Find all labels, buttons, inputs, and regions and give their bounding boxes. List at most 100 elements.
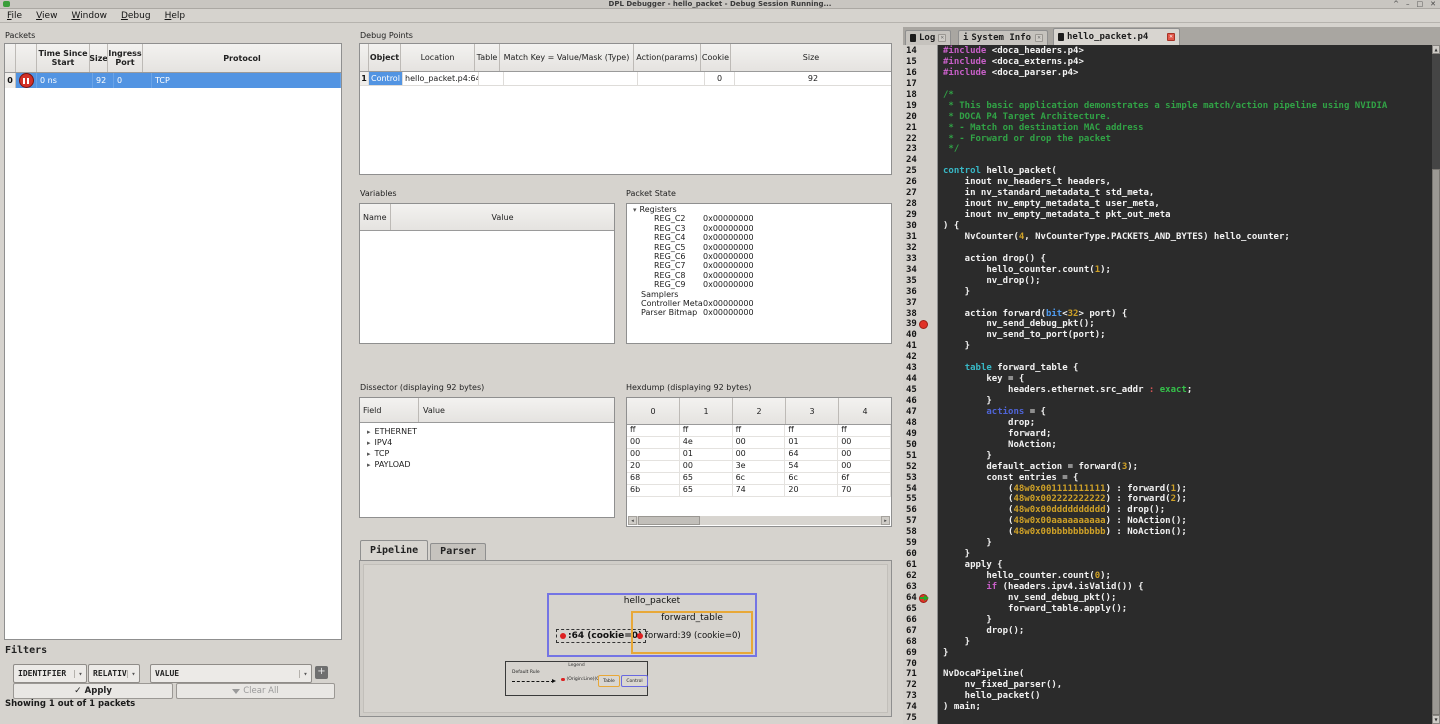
menu-item-file[interactable]: File bbox=[0, 11, 29, 21]
line-number[interactable]: 25 bbox=[906, 166, 917, 177]
apply-button[interactable]: ✓ Apply bbox=[13, 683, 173, 699]
hscroll-thumb[interactable] bbox=[638, 516, 700, 525]
line-number[interactable]: 69 bbox=[906, 648, 917, 659]
dissector-row-ipv4[interactable]: ▸ IPV4 bbox=[360, 437, 614, 448]
line-number[interactable]: 49 bbox=[906, 429, 917, 440]
line-number[interactable]: 22 bbox=[906, 134, 917, 145]
line-number[interactable]: 75 bbox=[906, 713, 917, 724]
line-number[interactable]: 44 bbox=[906, 374, 917, 385]
scroll-right-icon[interactable]: ▸ bbox=[881, 516, 890, 525]
line-number[interactable]: 37 bbox=[906, 298, 917, 309]
line-number[interactable]: 66 bbox=[906, 615, 917, 626]
line-number[interactable]: 41 bbox=[906, 341, 917, 352]
line-number[interactable]: 28 bbox=[906, 199, 917, 210]
line-number[interactable]: 59 bbox=[906, 538, 917, 549]
line-number[interactable]: 40 bbox=[906, 330, 917, 341]
maximize-button[interactable]: □ bbox=[1417, 0, 1424, 8]
scroll-down-icon[interactable]: ▼ bbox=[1432, 715, 1440, 724]
minimize-button[interactable]: – bbox=[1406, 0, 1410, 8]
line-number[interactable]: 70 bbox=[906, 659, 917, 670]
line-number[interactable]: 51 bbox=[906, 451, 917, 462]
add-filter-button[interactable]: + bbox=[315, 666, 328, 679]
close-tab-icon[interactable]: ✕ bbox=[1167, 33, 1175, 41]
line-number[interactable]: 55 bbox=[906, 494, 917, 505]
hexdump-hscrollbar[interactable]: ◂ ▸ bbox=[628, 516, 890, 525]
line-number[interactable]: 48 bbox=[906, 418, 917, 429]
line-number[interactable]: 71 bbox=[906, 669, 917, 680]
line-number[interactable]: 73 bbox=[906, 691, 917, 702]
line-number[interactable]: 65 bbox=[906, 604, 917, 615]
line-number[interactable]: 74 bbox=[906, 702, 917, 713]
line-number[interactable]: 33 bbox=[906, 254, 917, 265]
line-number[interactable]: 53 bbox=[906, 473, 917, 484]
line-number[interactable]: 67 bbox=[906, 626, 917, 637]
tab-log[interactable]: Log ✕ bbox=[905, 30, 951, 45]
collapse-arrow-icon[interactable]: ▾ bbox=[633, 206, 637, 214]
line-number[interactable]: 56 bbox=[906, 505, 917, 516]
line-number[interactable]: 26 bbox=[906, 177, 917, 188]
line-number[interactable]: 62 bbox=[906, 571, 917, 582]
scroll-left-icon[interactable]: ◂ bbox=[628, 516, 637, 525]
registers-group[interactable]: ▾ Registers bbox=[628, 205, 890, 214]
tab-system-info[interactable]: i System Info ✕ bbox=[958, 30, 1048, 45]
line-number[interactable]: 14 bbox=[906, 46, 917, 57]
line-number[interactable]: 57 bbox=[906, 516, 917, 527]
close-button[interactable]: ✕ bbox=[1430, 0, 1436, 8]
samplers-group[interactable]: Samplers bbox=[628, 290, 890, 299]
line-number[interactable]: 30 bbox=[906, 221, 917, 232]
breakpoint-icon[interactable] bbox=[919, 320, 928, 330]
expand-arrow-icon[interactable]: ▸ bbox=[367, 428, 371, 436]
line-number[interactable]: 32 bbox=[906, 243, 917, 254]
tab-hello-packet-p4[interactable]: hello_packet.p4 ✕ bbox=[1053, 28, 1180, 45]
identifier-select[interactable]: IDENTIFIER ▾ bbox=[13, 664, 87, 683]
line-number[interactable]: 45 bbox=[906, 385, 917, 396]
line-number[interactable]: 63 bbox=[906, 582, 917, 593]
close-tab-icon[interactable]: ✕ bbox=[938, 34, 947, 42]
line-number[interactable]: 47 bbox=[906, 407, 917, 418]
editor-vscrollbar[interactable]: ▲ ▼ bbox=[1432, 45, 1440, 724]
line-number[interactable]: 23 bbox=[906, 144, 917, 155]
dissector-row-tcp[interactable]: ▸ TCP bbox=[360, 448, 614, 459]
dissector-row-payload[interactable]: ▸ PAYLOAD bbox=[360, 459, 614, 470]
line-number[interactable]: 52 bbox=[906, 462, 917, 473]
table-rule-item[interactable]: forward:39 (cookie=0) bbox=[637, 631, 741, 641]
vscroll-thumb[interactable] bbox=[1432, 169, 1440, 715]
line-number[interactable]: 61 bbox=[906, 560, 917, 571]
line-number[interactable]: 36 bbox=[906, 287, 917, 298]
close-tab-icon[interactable]: ✕ bbox=[1035, 34, 1043, 42]
tab-parser[interactable]: Parser bbox=[430, 543, 487, 560]
menu-item-window[interactable]: Window bbox=[64, 11, 114, 21]
line-number[interactable]: 38 bbox=[906, 309, 917, 320]
menu-item-help[interactable]: Help bbox=[158, 11, 193, 21]
relative-select[interactable]: RELATIVE ▾ bbox=[88, 664, 140, 683]
line-number[interactable]: 27 bbox=[906, 188, 917, 199]
clear-all-button[interactable]: Clear All bbox=[176, 683, 335, 699]
expand-arrow-icon[interactable]: ▸ bbox=[367, 450, 371, 458]
line-number[interactable]: 15 bbox=[906, 57, 917, 68]
line-number[interactable]: 31 bbox=[906, 232, 917, 243]
current-line-icon[interactable] bbox=[919, 593, 929, 603]
value-select[interactable]: VALUE ▾ bbox=[150, 664, 312, 683]
menu-item-debug[interactable]: Debug bbox=[114, 11, 158, 21]
menu-item-view[interactable]: View bbox=[29, 11, 64, 21]
line-number[interactable]: 19 bbox=[906, 101, 917, 112]
line-number[interactable]: 35 bbox=[906, 276, 917, 287]
line-number[interactable]: 21 bbox=[906, 123, 917, 134]
line-number[interactable]: 34 bbox=[906, 265, 917, 276]
line-number[interactable]: 46 bbox=[906, 396, 917, 407]
line-number[interactable]: 64 bbox=[906, 593, 917, 604]
line-number[interactable]: 17 bbox=[906, 79, 917, 90]
shade-button[interactable]: ^ bbox=[1393, 0, 1399, 8]
line-number[interactable]: 16 bbox=[906, 68, 917, 79]
line-number[interactable]: 24 bbox=[906, 155, 917, 166]
line-number[interactable]: 54 bbox=[906, 484, 917, 495]
tab-pipeline[interactable]: Pipeline bbox=[360, 540, 429, 560]
expand-arrow-icon[interactable]: ▸ bbox=[367, 461, 371, 469]
line-number[interactable]: 18 bbox=[906, 90, 917, 101]
line-number[interactable]: 29 bbox=[906, 210, 917, 221]
debug-point-row[interactable]: 1 Control hello_packet.p4:64 0 92 bbox=[360, 72, 891, 86]
line-number[interactable]: 50 bbox=[906, 440, 917, 451]
expand-arrow-icon[interactable]: ▸ bbox=[367, 439, 371, 447]
line-number[interactable]: 42 bbox=[906, 352, 917, 363]
line-number[interactable]: 43 bbox=[906, 363, 917, 374]
